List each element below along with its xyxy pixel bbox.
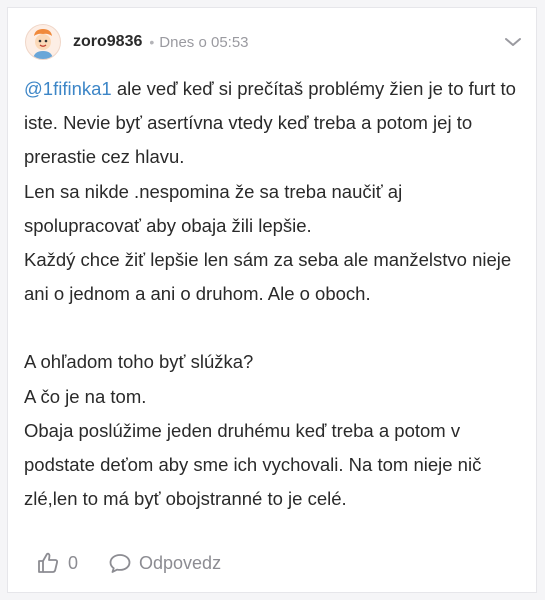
comment-header: zoro9836 • Dnes o 05:53 [25, 22, 524, 62]
reply-label: Odpovedz [139, 552, 222, 573]
user-mention-link[interactable]: @1fifinka1 [24, 78, 112, 99]
comment-line: A čo je na tom. [24, 385, 147, 407]
like-button[interactable]: 0 [36, 551, 78, 575]
comment-line: Každý chce žiť lepšie len sám za seba al… [24, 249, 512, 305]
comment-actions: 0 Odpovedz [36, 548, 221, 578]
avatar[interactable] [25, 24, 61, 60]
comment-line: Len sa nikde .nespomina že sa treba nauč… [24, 180, 403, 236]
comment-line: Obaja poslúžime jeden druhému keď treba … [24, 419, 482, 510]
reply-button[interactable]: Odpovedz [108, 552, 221, 574]
meta-separator: • [149, 34, 155, 50]
chevron-down-icon [505, 38, 521, 46]
post-menu-button[interactable] [502, 31, 524, 53]
speech-bubble-icon [109, 554, 131, 573]
avatar-illustration-icon [33, 29, 53, 59]
author-name[interactable]: zoro9836 [73, 33, 142, 51]
like-count: 0 [68, 552, 79, 573]
thumbs-up-icon [38, 552, 58, 573]
comment-line: A ohľadom toho byť slúžka? [24, 351, 254, 373]
comment-body: @1fifinka1 ale veď keď si prečítaš probl… [24, 72, 524, 516]
comment-line: @1fifinka1 ale veď keď si prečítaš probl… [24, 72, 524, 175]
comment-card: zoro9836 • Dnes o 05:53 @1fifinka1 ale v… [7, 7, 537, 593]
post-timestamp: Dnes o 05:53 [159, 33, 249, 51]
